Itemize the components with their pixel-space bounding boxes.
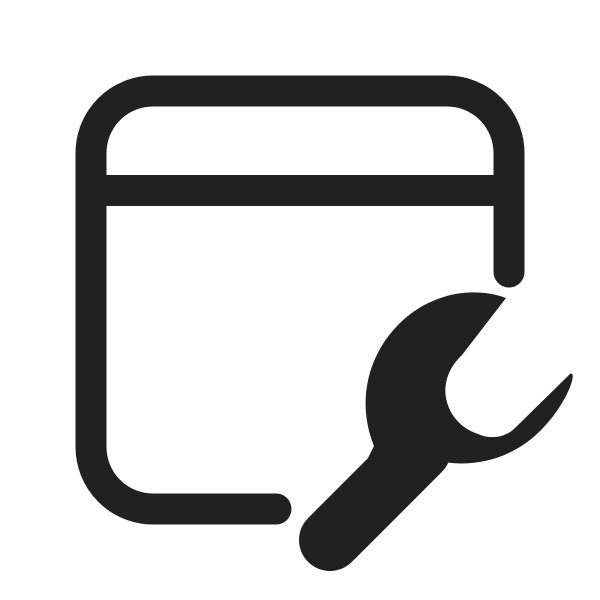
app-settings-wrench-icon: [75, 75, 573, 571]
title-bar-divider: [91, 175, 509, 206]
icon-canvas: [0, 0, 600, 600]
wrench-icon: [299, 292, 573, 571]
